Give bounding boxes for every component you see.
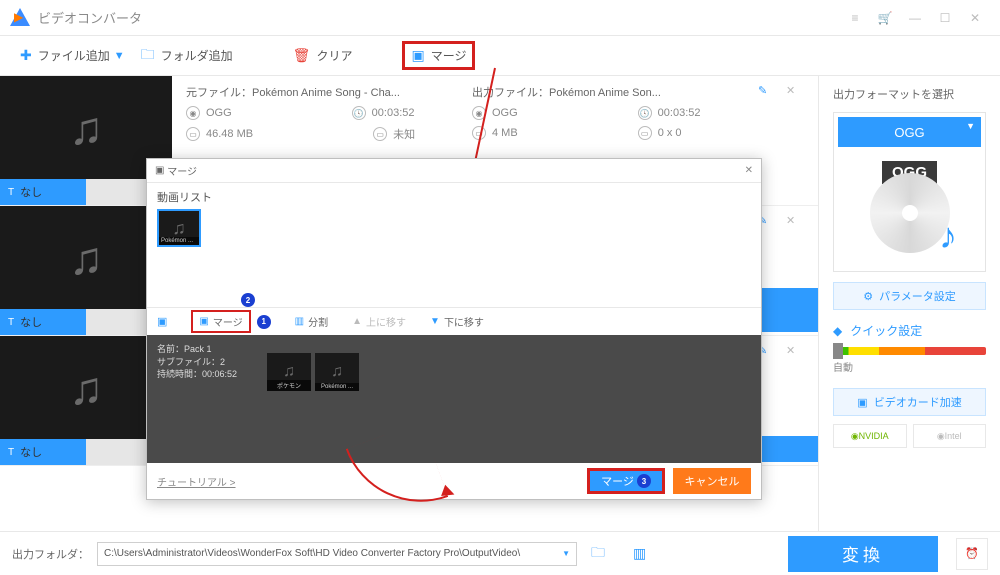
dialog-cancel-button[interactable]: キャンセル xyxy=(673,468,751,494)
dialog-toolbar: ▣ ▣マージ 1 ▥分割 ▲上に移す ▼下に移す xyxy=(147,307,761,335)
source-file-label: 元ファイル：Pokémon Anime Song - Cha... xyxy=(186,84,466,100)
app-logo-icon xyxy=(10,8,30,28)
slider-thumb[interactable] xyxy=(833,343,843,359)
thumb-label: なし xyxy=(20,184,42,200)
file-icon: ▭ xyxy=(186,127,200,141)
format-icon: ◉ xyxy=(186,106,200,120)
tutorial-link[interactable]: チュートリアル > xyxy=(157,474,236,489)
maximize-button[interactable]: ☐ xyxy=(930,8,960,28)
output-sidebar: 出力フォーマットを選択 OGG OGG ♪ ⚙パラメータ設定 ◆クイック設定 自… xyxy=(818,76,1000,531)
cart-icon[interactable]: 🛒 xyxy=(870,8,900,28)
footer-bar: 出力フォルダ： C:\Users\Administrator\Videos\Wo… xyxy=(0,531,1000,575)
size-chip: ▭46.48 MB xyxy=(186,126,253,142)
add-folder-button[interactable]: 🗀フォルダ追加 xyxy=(131,40,243,72)
pack-item[interactable]: ♫Pokémon ... xyxy=(315,353,359,391)
row-progress xyxy=(762,436,818,462)
video-list-label: 動画リスト xyxy=(157,189,751,205)
disc-icon xyxy=(870,173,950,253)
plus-icon: ✚ xyxy=(20,47,32,64)
window-title: ビデオコンバータ xyxy=(38,8,142,27)
menu-icon[interactable]: ≡ xyxy=(840,8,870,28)
close-button[interactable]: ✕ xyxy=(960,8,990,28)
trash-icon: 🗑 xyxy=(293,47,311,64)
duration-chip: 🕓00:03:52 xyxy=(352,106,415,120)
quick-settings-label: ◆クイック設定 xyxy=(833,322,986,339)
bullet-icon: ◆ xyxy=(833,324,842,338)
merge-button[interactable]: ▣マージ xyxy=(402,41,475,70)
format-preview: OGG ♪ xyxy=(838,147,981,267)
dialog-merge-action[interactable]: ▣マージ xyxy=(191,310,250,333)
clock-icon: 🕓 xyxy=(352,106,366,120)
schedule-icon[interactable]: ⏰ xyxy=(956,538,988,570)
add-file-button[interactable]: ✚ファイル追加 xyxy=(10,43,120,68)
merge-dialog: ▣ マージ ✕ 動画リスト ♫Pokémon ... 2 ▣ ▣マージ 1 ▥分… xyxy=(146,158,762,500)
nvidia-chip[interactable]: ◉ NVIDIA xyxy=(833,424,907,448)
text-icon: T xyxy=(8,187,14,198)
video-list-item[interactable]: ♫Pokémon ... xyxy=(157,209,201,247)
pack-item[interactable]: ♫ポケモン xyxy=(267,353,311,391)
merge-icon: ▣ xyxy=(155,165,164,176)
annotation-badge-3: 3 xyxy=(637,474,651,488)
dim-icon: ▭ xyxy=(373,127,387,141)
remove-icon[interactable]: ✕ xyxy=(786,214,804,232)
format-section-title: 出力フォーマットを選択 xyxy=(833,86,986,102)
sliders-icon: ⚙ xyxy=(863,290,873,303)
intel-chip[interactable]: ◉ Intel xyxy=(913,424,987,448)
merge-icon: ▣ xyxy=(411,47,424,64)
convert-button[interactable]: 変換 xyxy=(788,536,938,572)
split-icon: ▥ xyxy=(295,316,304,327)
titlebar: ビデオコンバータ ≡ 🛒 — ☐ ✕ xyxy=(0,0,1000,36)
dialog-moveup-action[interactable]: ▲上に移す xyxy=(352,314,406,329)
dialog-titlebar: ▣ マージ ✕ xyxy=(147,159,761,183)
output-path-field[interactable]: C:\Users\Administrator\Videos\WonderFox … xyxy=(97,542,577,566)
music-note-icon: ♪ xyxy=(939,215,957,257)
add-file-dropdown[interactable]: ▼ xyxy=(114,50,125,62)
output-folder-label: 出力フォルダ： xyxy=(12,546,89,562)
quality-slider[interactable] xyxy=(833,347,986,355)
select-all-icon[interactable]: ▣ xyxy=(157,315,167,328)
arrow-down-icon: ▼ xyxy=(430,316,440,327)
dialog-merge-button[interactable]: マージ 3 xyxy=(587,468,665,494)
pack-area: 名前：Pack 1 サブファイル：2 持続時間：00:06:52 ♫ポケモン ♫… xyxy=(147,335,761,463)
gpu-accel-button[interactable]: ▣ビデオカード加速 xyxy=(833,388,986,416)
clear-button[interactable]: 🗑クリア xyxy=(283,43,363,68)
remove-icon[interactable]: ✕ xyxy=(786,84,804,102)
merge-icon: ▣ xyxy=(199,316,208,327)
dialog-movedown-action[interactable]: ▼下に移す xyxy=(430,314,484,329)
main-toolbar: ✚ファイル追加 ▼ 🗀フォルダ追加 🗑クリア ▣マージ xyxy=(0,36,1000,76)
open-folder-icon[interactable]: 🗀 xyxy=(591,542,605,566)
dialog-close-button[interactable]: ✕ xyxy=(745,165,753,176)
edit-icon[interactable]: ✎ xyxy=(758,84,776,102)
dialog-split-action[interactable]: ▥分割 xyxy=(295,314,328,329)
parameter-settings-button[interactable]: ⚙パラメータ設定 xyxy=(833,282,986,310)
output-file-label: 出力ファイル：Pokémon Anime Son... xyxy=(472,84,752,100)
format-selector[interactable]: OGG OGG ♪ xyxy=(833,112,986,272)
slider-label: 自動 xyxy=(833,359,986,374)
row-progress xyxy=(762,306,818,332)
minimize-button[interactable]: — xyxy=(900,8,930,28)
format-name: OGG xyxy=(838,117,981,147)
status-chip: ▭未知 xyxy=(373,126,415,142)
remove-icon[interactable]: ✕ xyxy=(786,344,804,362)
settings-icon[interactable]: ▥ xyxy=(633,545,646,562)
folder-plus-icon: 🗀 xyxy=(141,44,155,68)
annotation-badge-1: 1 xyxy=(257,315,271,329)
arrow-up-icon: ▲ xyxy=(352,316,362,327)
chip-icon: ▣ xyxy=(857,396,867,409)
annotation-badge-2: 2 xyxy=(241,293,255,307)
format-chip: ◉OGG xyxy=(186,106,232,120)
